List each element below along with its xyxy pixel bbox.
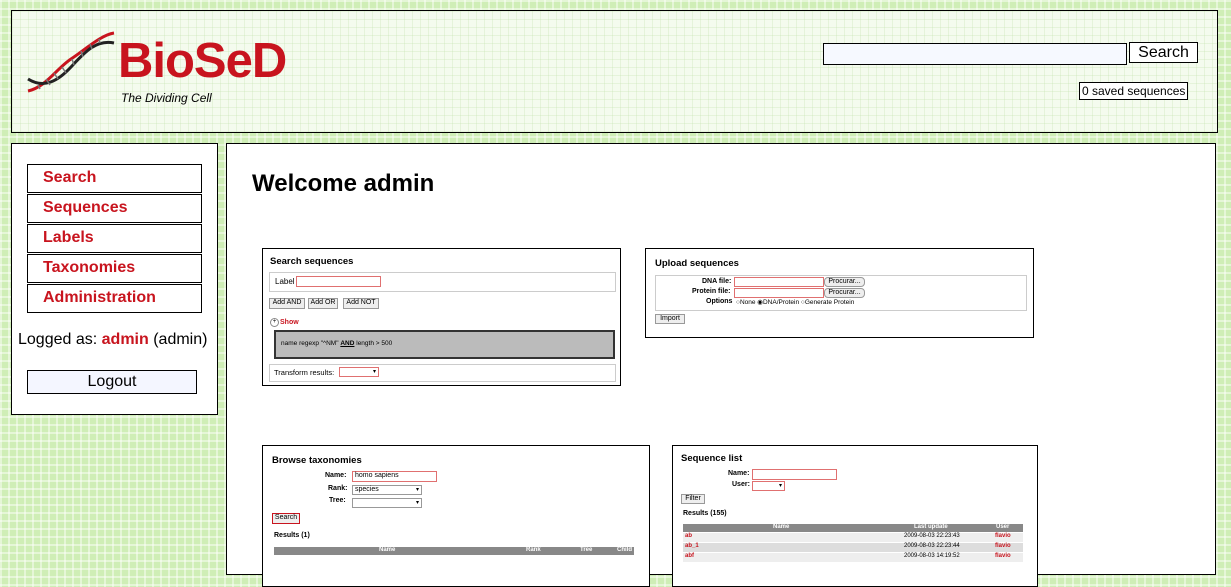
query-and: AND <box>340 340 355 347</box>
sidebar-item-search[interactable]: Search <box>27 164 202 193</box>
logged-role: (admin) <box>153 331 208 348</box>
panel-title: Search sequences <box>270 256 354 267</box>
tax-tree-select[interactable]: ▾ <box>352 498 422 508</box>
query-text: name regexp "^NM" AND length > 500 <box>281 340 392 347</box>
logo-text: BioSeD <box>118 34 287 88</box>
add-and-button[interactable]: Add AND <box>269 298 305 309</box>
search-input[interactable] <box>823 43 1127 65</box>
tax-tree-label: Tree: <box>329 497 346 504</box>
dna-file-label: DNA file: <box>702 278 732 285</box>
query-part: length > 500 <box>356 340 393 347</box>
query-part: name regexp "^NM" <box>281 340 339 347</box>
seq-user-label: User: <box>732 481 750 488</box>
main-content: Welcome admin Search sequences Label Add… <box>226 143 1216 587</box>
import-button[interactable]: Import <box>655 314 685 324</box>
table-row[interactable]: ab_1 2009-08-03 22:23:44 flavio <box>683 543 1023 552</box>
sidebar-item-administration[interactable]: Administration <box>27 284 202 313</box>
col-name: Name <box>379 547 396 553</box>
expand-icon[interactable]: + <box>270 318 279 327</box>
show-link[interactable]: Show <box>280 319 299 326</box>
seq-name-input[interactable] <box>752 469 837 480</box>
panel-title: Sequence list <box>681 453 743 464</box>
label-input[interactable] <box>296 276 381 287</box>
sidebar-item-label[interactable]: Taxonomies <box>43 259 135 277</box>
logged-prefix: Logged as: <box>18 331 98 348</box>
transform-select[interactable]: ▾ <box>339 367 379 377</box>
protein-browse-button[interactable]: Procurar... <box>824 288 865 298</box>
label-field-label: Label <box>275 277 295 286</box>
table-row[interactable]: abf 2009-08-03 14:19:52 flavio <box>683 553 1023 562</box>
table-row[interactable]: ab 2009-08-03 22:23:43 flavio <box>683 533 1023 542</box>
sequence-list-panel[interactable]: Sequence list Name: User: ▾ Filter Resul… <box>672 445 1038 587</box>
panel-title: Upload sequences <box>655 258 739 269</box>
dna-logo-icon <box>27 31 115 93</box>
dna-file-input[interactable] <box>734 277 824 287</box>
col-rank: Rank <box>526 547 541 553</box>
logout-button[interactable]: Logout <box>27 370 197 394</box>
dna-browse-button[interactable]: Procurar... <box>824 277 865 287</box>
logged-as-text: Logged as: admin (admin) <box>18 331 207 349</box>
tax-name-label: Name: <box>325 472 347 479</box>
col-name: Name <box>773 524 790 530</box>
tax-search-button[interactable]: Search <box>272 513 300 524</box>
tax-rank-value: species <box>355 486 379 493</box>
saved-sequences-link[interactable]: 0 saved sequences <box>1079 82 1189 100</box>
seq-user-link[interactable]: flavio <box>995 533 1011 539</box>
add-not-button[interactable]: Add NOT <box>343 298 379 309</box>
tax-name-input[interactable]: homo sapiens <box>352 471 437 482</box>
seq-user-select[interactable]: ▾ <box>752 481 785 491</box>
col-tree: Tree <box>580 547 593 553</box>
tax-table-header: Name Rank Tree Child <box>274 547 634 555</box>
sidebar-item-labels[interactable]: Labels <box>27 224 202 253</box>
transform-label: Transform results: <box>274 368 335 377</box>
options-label: Options <box>706 298 733 305</box>
seq-name-label: Name: <box>728 470 750 477</box>
sidebar: Search Sequences Labels Taxonomies Admin… <box>11 143 218 415</box>
search-sequences-panel[interactable]: Search sequences Label Add AND Add OR Ad… <box>262 248 621 386</box>
panel-title: Browse taxonomies <box>272 455 362 466</box>
sidebar-item-taxonomies[interactable]: Taxonomies <box>27 254 202 283</box>
query-box: name regexp "^NM" AND length > 500 <box>274 330 615 359</box>
seq-updated: 2009-08-03 14:19:52 <box>904 553 960 559</box>
add-or-button[interactable]: Add OR <box>308 298 338 309</box>
sidebar-item-label[interactable]: Administration <box>43 289 156 307</box>
sidebar-item-label[interactable]: Search <box>43 169 96 187</box>
seq-name-link[interactable]: abf <box>685 553 694 559</box>
page-title: Welcome admin <box>252 170 435 197</box>
option-dna-protein[interactable]: DNA/Protein <box>763 299 799 306</box>
seq-user-link[interactable]: flavio <box>995 543 1011 549</box>
sidebar-item-sequences[interactable]: Sequences <box>27 194 202 223</box>
seq-name-link[interactable]: ab <box>685 533 692 539</box>
protein-file-label: Protein file: <box>692 288 731 295</box>
seq-results-count: Results (155) <box>683 510 727 517</box>
seq-user-link[interactable]: flavio <box>995 553 1011 559</box>
tax-results-count: Results (1) <box>274 532 310 539</box>
sidebar-item-label[interactable]: Sequences <box>43 199 127 217</box>
logged-user-link[interactable]: admin <box>102 331 149 348</box>
col-user: User <box>996 524 1010 530</box>
seq-name-link[interactable]: ab_1 <box>685 543 699 549</box>
option-none[interactable]: None <box>740 299 756 306</box>
protein-file-input[interactable] <box>734 288 824 298</box>
option-generate-protein[interactable]: Generate Protein <box>805 299 855 306</box>
sidebar-item-label[interactable]: Labels <box>43 229 94 247</box>
tagline: The Dividing Cell <box>121 91 212 105</box>
tax-rank-select[interactable]: species ▾ <box>352 485 422 495</box>
filter-button[interactable]: Filter <box>681 494 705 504</box>
upload-sequences-panel[interactable]: Upload sequences DNA file: Procurar... P… <box>645 248 1034 338</box>
options-radio-group[interactable]: ○None ◉DNA/Protein ○Generate Protein <box>736 298 854 306</box>
seq-table-header: Name Last update User <box>683 524 1023 532</box>
tax-rank-label: Rank: <box>328 485 348 492</box>
col-child: Child <box>617 547 632 553</box>
col-last-update: Last update <box>914 524 948 530</box>
search-button[interactable]: Search <box>1129 42 1198 63</box>
seq-updated: 2009-08-03 22:23:44 <box>904 543 960 549</box>
header: BioSeD The Dividing Cell Search 0 saved … <box>11 10 1218 133</box>
seq-updated: 2009-08-03 22:23:43 <box>904 533 960 539</box>
browse-taxonomies-panel[interactable]: Browse taxonomies Name: homo sapiens Ran… <box>262 445 650 587</box>
